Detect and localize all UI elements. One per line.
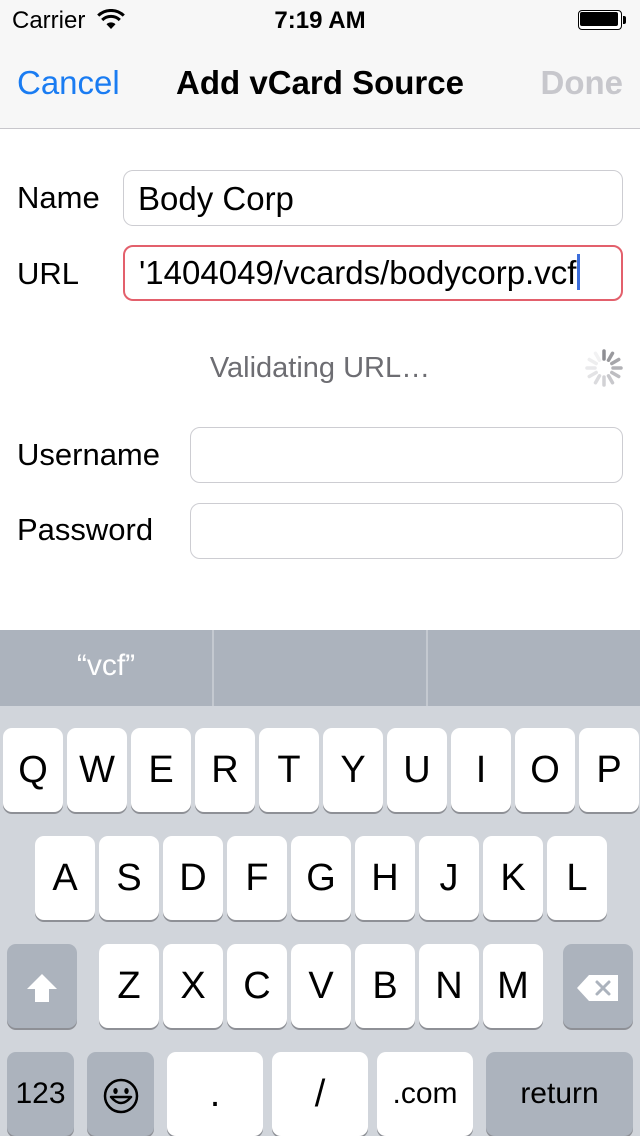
key-i[interactable]: I <box>451 728 511 812</box>
key-b[interactable]: B <box>355 944 415 1028</box>
keyboard: “vcf” Q W E R T Y U I O P A S D F G H J … <box>0 630 640 1136</box>
key-f[interactable]: F <box>227 836 287 920</box>
shift-icon <box>27 973 57 1002</box>
period-key[interactable]: . <box>167 1052 263 1136</box>
status-bar: Carrier 7:19 AM <box>0 0 640 40</box>
key-q[interactable]: Q <box>3 728 63 812</box>
delete-key[interactable] <box>563 944 633 1028</box>
username-label: Username <box>17 437 160 472</box>
key-u[interactable]: U <box>387 728 447 812</box>
key-a[interactable]: A <box>35 836 95 920</box>
done-button[interactable]: Done <box>541 64 624 102</box>
numbers-key[interactable]: 123 <box>7 1052 74 1136</box>
key-g[interactable]: G <box>291 836 351 920</box>
key-m[interactable]: M <box>483 944 543 1028</box>
validation-status: Validating URL… <box>209 352 431 384</box>
key-e[interactable]: E <box>131 728 191 812</box>
navigation-bar: Carrier 7:19 AM Cancel Add vCard Source … <box>0 0 640 129</box>
loading-spinner-icon <box>585 349 623 387</box>
key-z[interactable]: Z <box>99 944 159 1028</box>
url-field[interactable]: '1404049/vcards/bodycorp.vcf <box>123 245 623 301</box>
key-d[interactable]: D <box>163 836 223 920</box>
battery-icon <box>578 10 626 30</box>
suggestion-1[interactable]: “vcf” <box>0 630 212 706</box>
text-caret <box>577 254 581 291</box>
suggestion-2[interactable] <box>214 630 426 706</box>
name-field[interactable]: Body Corp <box>123 170 623 226</box>
key-s[interactable]: S <box>99 836 159 920</box>
key-y[interactable]: Y <box>323 728 383 812</box>
key-h[interactable]: H <box>355 836 415 920</box>
key-x[interactable]: X <box>163 944 223 1028</box>
key-c[interactable]: C <box>227 944 287 1028</box>
password-field[interactable] <box>190 503 623 559</box>
emoji-icon <box>103 1078 138 1114</box>
key-v[interactable]: V <box>291 944 351 1028</box>
dotcom-key[interactable]: .com <box>377 1052 473 1136</box>
key-l[interactable]: L <box>547 836 607 920</box>
shift-key[interactable] <box>7 944 77 1028</box>
key-p[interactable]: P <box>579 728 639 812</box>
name-label: Name <box>17 180 100 215</box>
key-n[interactable]: N <box>419 944 479 1028</box>
slash-key[interactable]: / <box>272 1052 368 1136</box>
suggestion-bar: “vcf” <box>0 630 640 706</box>
key-t[interactable]: T <box>259 728 319 812</box>
key-w[interactable]: W <box>67 728 127 812</box>
username-field[interactable] <box>190 427 623 483</box>
emoji-key[interactable] <box>87 1052 154 1136</box>
url-label: URL <box>17 256 80 291</box>
key-k[interactable]: K <box>483 836 543 920</box>
url-value: '1404049/vcards/bodycorp.vcf <box>139 254 577 291</box>
name-value: Body Corp <box>138 180 294 217</box>
status-time: 7:19 AM <box>274 7 366 34</box>
key-j[interactable]: J <box>419 836 479 920</box>
key-r[interactable]: R <box>195 728 255 812</box>
password-label: Password <box>17 512 154 547</box>
key-o[interactable]: O <box>515 728 575 812</box>
delete-icon <box>577 974 618 1001</box>
return-key[interactable]: return <box>486 1052 633 1136</box>
suggestion-3[interactable] <box>428 630 640 706</box>
